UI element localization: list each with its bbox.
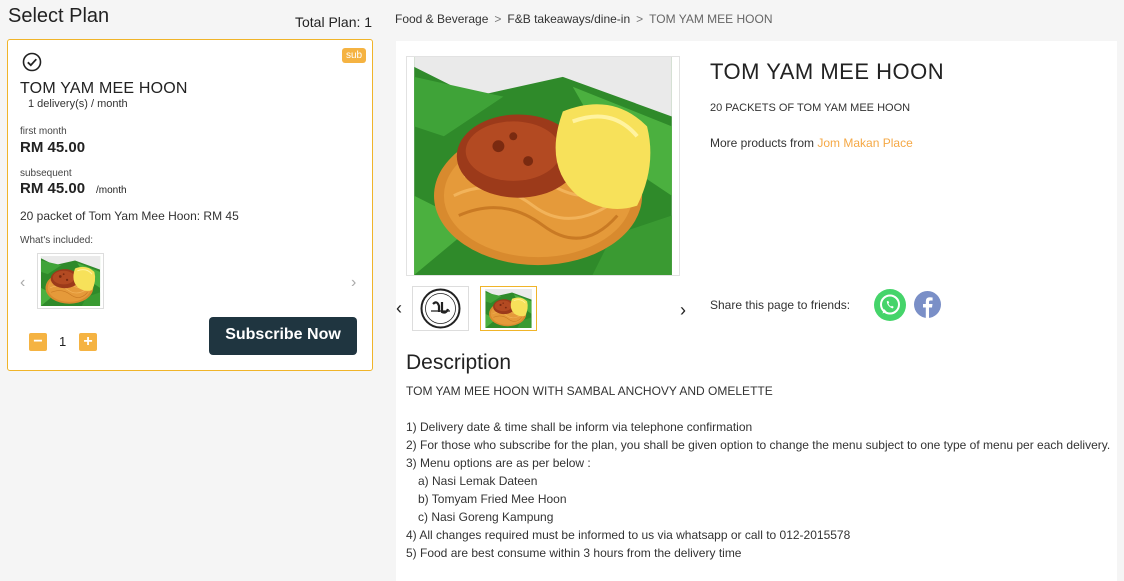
subsequent-label: subsequent	[20, 168, 72, 179]
first-month-label: first month	[20, 126, 67, 137]
description-title: Description	[406, 351, 512, 374]
subscribe-now-button[interactable]: Subscribe Now	[209, 317, 357, 355]
description-body: TOM YAM MEE HOON WITH SAMBAL ANCHOVY AND…	[406, 382, 1116, 562]
menu-option: a) Nasi Lemak Dateen	[418, 474, 538, 488]
plan-card[interactable]: sub TOM YAM MEE HOON 1 delivery(s) / mon…	[7, 39, 373, 371]
menu-option: c) Nasi Goreng Kampung	[418, 510, 554, 524]
subscription-badge: sub	[342, 48, 366, 63]
vendor-link[interactable]: Jom Makan Place	[817, 136, 912, 150]
facebook-icon[interactable]	[914, 291, 941, 318]
more-from-label: More products from	[710, 136, 818, 150]
included-item-thumbnail[interactable]	[37, 253, 104, 309]
select-plan-title: Select Plan	[8, 5, 110, 27]
whats-included-label: What's included:	[20, 235, 94, 246]
first-month-price: RM 45.00	[20, 139, 86, 156]
breadcrumb: Food & Beverage > F&B takeaways/dine-in > TO…	[395, 12, 773, 26]
breadcrumb-item-current: TOM YAM MEE HOON	[649, 12, 773, 26]
description-headline: TOM YAM MEE HOON WITH SAMBAL ANCHOVY AND…	[406, 384, 773, 398]
halal-logo-thumbnail[interactable]	[412, 286, 469, 331]
description-blank-line	[406, 400, 1116, 418]
total-plan-count: Total Plan: 1	[295, 14, 373, 30]
subsequent-price: RM 45.00	[20, 180, 86, 197]
description-line: 5) Food are best consume within 3 hours …	[406, 546, 742, 560]
share-label: Share this page to friends:	[710, 298, 851, 312]
chevron-right-icon[interactable]: ›	[680, 300, 686, 321]
product-short-description: 20 PACKETS OF TOM YAM MEE HOON	[710, 102, 911, 114]
plan-frequency: 1 delivery(s) / month	[28, 98, 128, 110]
main-product-image[interactable]	[406, 56, 680, 276]
chevron-left-icon[interactable]: ‹	[20, 274, 25, 292]
description-line: 4) All changes required must be informed…	[406, 528, 851, 542]
food-image	[483, 289, 534, 328]
breadcrumb-item-subcategory[interactable]: F&B takeaways/dine-in	[507, 12, 630, 26]
description-line: 2) For those who subscribe for the plan,…	[406, 438, 1111, 452]
quantity-decrease-button[interactable]: −	[29, 333, 47, 351]
food-image	[413, 57, 673, 275]
menu-option: b) Tomyam Fried Mee Hoon	[418, 492, 567, 506]
breadcrumb-separator: >	[636, 12, 644, 26]
plan-name: TOM YAM MEE HOON	[20, 80, 188, 97]
whatsapp-icon[interactable]	[874, 289, 906, 321]
food-thumbnail-selected[interactable]	[480, 286, 537, 331]
quantity-value[interactable]: 1	[59, 334, 66, 349]
food-image	[40, 256, 101, 306]
chevron-right-icon[interactable]: ›	[351, 274, 356, 292]
breadcrumb-separator: >	[494, 12, 502, 26]
description-line: 3) Menu options are as per below :	[406, 456, 591, 470]
breadcrumb-item-category[interactable]: Food & Beverage	[395, 12, 488, 26]
per-month-unit: /month	[96, 185, 127, 196]
description-line: 1) Delivery date & time shall be inform …	[406, 420, 753, 434]
more-products-from: More products from Jom Makan Place	[710, 136, 913, 150]
halal-logo	[420, 288, 461, 329]
quantity-increase-button[interactable]: +	[79, 333, 97, 351]
check-circle-icon[interactable]	[22, 52, 42, 72]
plan-description: 20 packet of Tom Yam Mee Hoon: RM 45	[20, 209, 239, 223]
chevron-left-icon[interactable]: ‹	[396, 298, 402, 319]
product-title: TOM YAM MEE HOON	[710, 59, 945, 84]
